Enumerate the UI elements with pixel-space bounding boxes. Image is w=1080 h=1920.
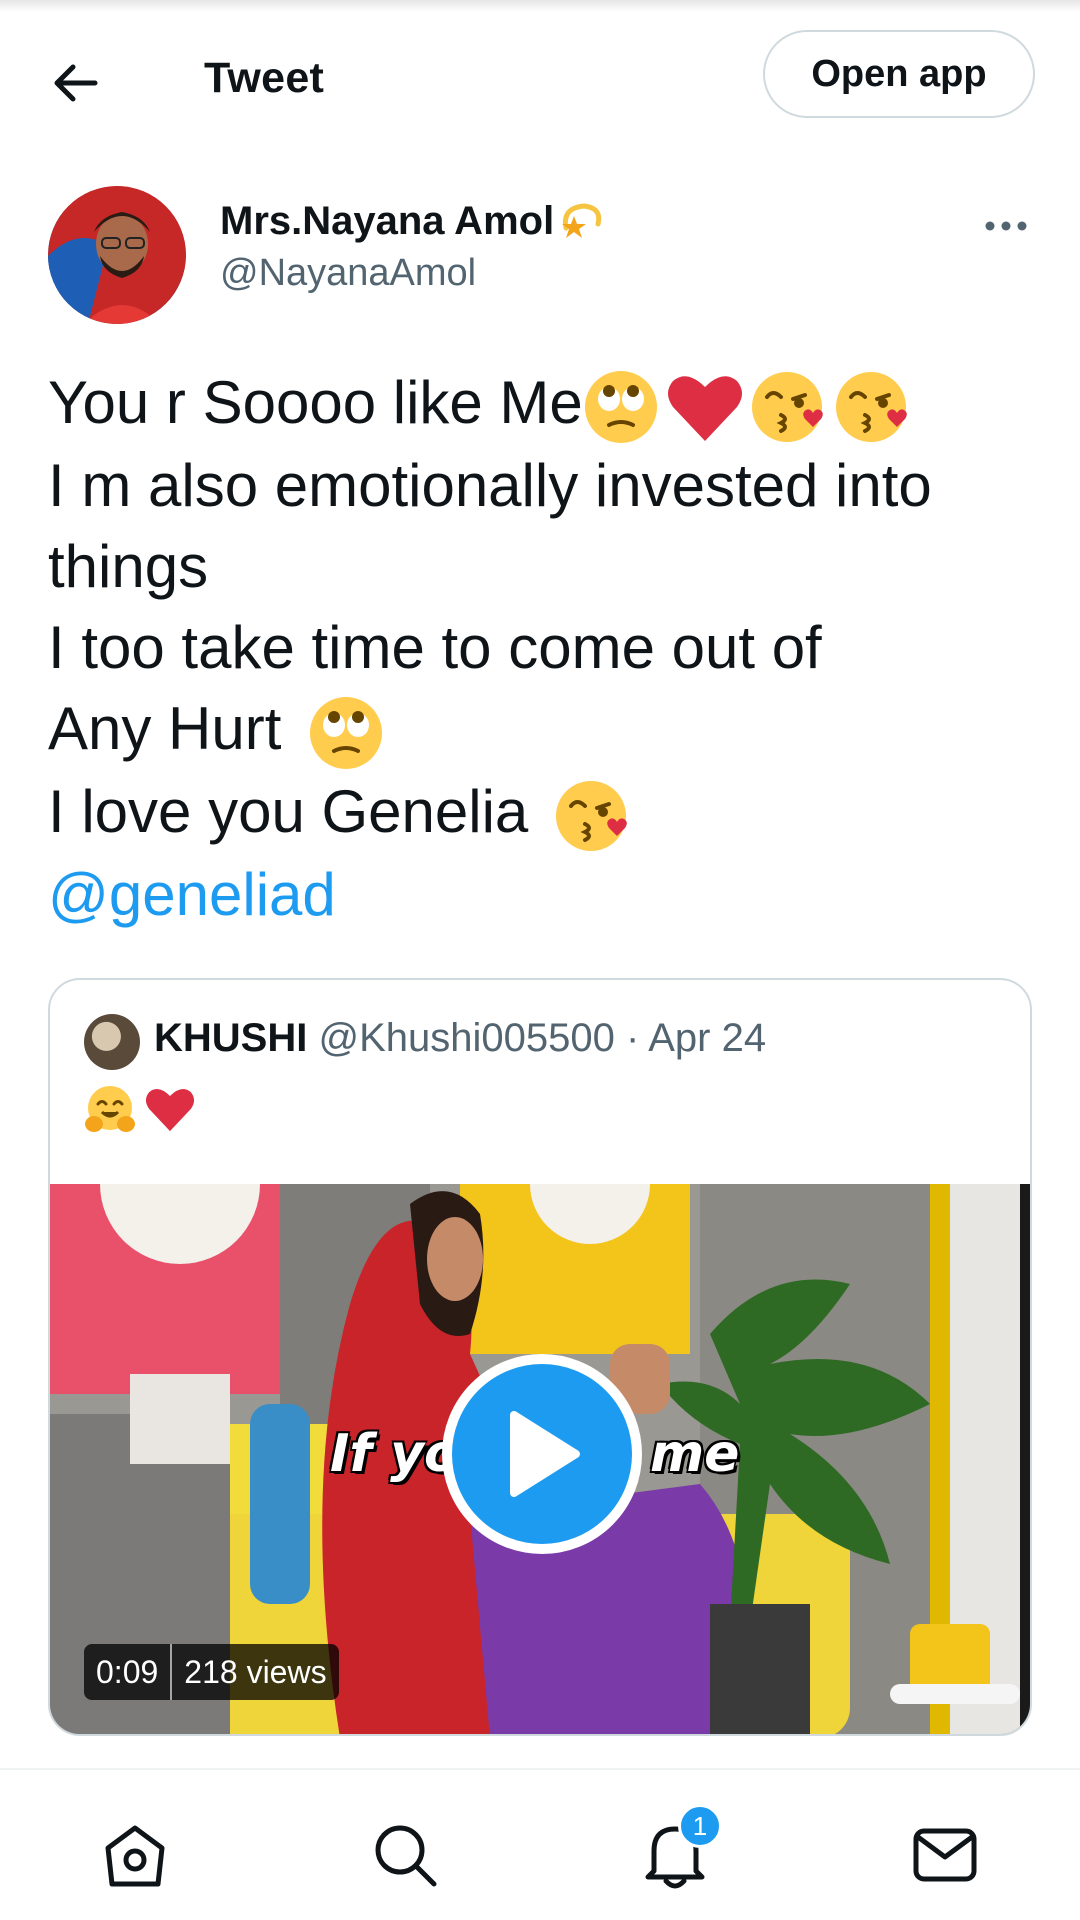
face-with-rolling-eyes-emoji <box>584 371 657 444</box>
hugging-face-emoji <box>85 1086 135 1132</box>
status-shadow <box>0 0 1080 12</box>
messages-icon <box>913 1828 977 1882</box>
red-heart-emoji <box>145 1088 195 1132</box>
kissing-face-emoji <box>835 372 907 443</box>
nav-messages[interactable] <box>900 1810 990 1900</box>
play-icon <box>510 1411 580 1497</box>
quoted-avatar[interactable] <box>84 1014 140 1070</box>
nav-notifications[interactable]: 1 <box>630 1804 722 1900</box>
video-info-badge: 0:09 218 views <box>84 1644 339 1700</box>
page-title: Tweet <box>204 54 325 102</box>
tweet-text: You r Soooo like Me I m also emotionally… <box>48 362 1048 935</box>
video-caption-right: me <box>650 1424 740 1484</box>
video-player[interactable]: If yo me 0:09 218 views <box>50 1184 1030 1734</box>
face-with-rolling-eyes-emoji <box>310 697 383 770</box>
tweet-line-text: You r Soooo like Me <box>48 369 583 436</box>
nav-home[interactable] <box>90 1810 180 1900</box>
home-icon <box>105 1825 165 1887</box>
quoted-tweet-text <box>84 1084 196 1136</box>
back-button[interactable] <box>42 50 108 116</box>
tweet-line: I too take time to come out of <box>48 614 822 682</box>
arrow-left-icon <box>54 64 98 102</box>
red-heart-emoji <box>667 376 742 442</box>
tweet-line-text: I love you Genelia <box>48 778 529 846</box>
quoted-date: Apr 24 <box>648 1016 767 1060</box>
search-icon <box>375 1825 437 1887</box>
author-handle: @NayanaAmol <box>220 252 477 294</box>
open-app-button[interactable]: Open app <box>763 30 1035 118</box>
tweet-author: Mrs.Nayana Amol @NayanaAmol <box>0 186 1080 326</box>
notification-count-badge: 1 <box>678 1804 722 1848</box>
quoted-author-name: KHUSHI <box>154 1016 308 1060</box>
more-horizontal-icon <box>985 221 1027 231</box>
tweet-line: I m also emotionally invested into <box>48 452 932 520</box>
tweet-line: Any Hurt <box>48 688 1048 771</box>
video-duration: 0:09 <box>96 1653 159 1690</box>
avatar[interactable] <box>48 186 186 324</box>
quoted-author-handle: @Khushi005500 <box>318 1016 615 1060</box>
video-caption-left: If yo <box>330 1424 460 1484</box>
play-button[interactable] <box>442 1354 642 1554</box>
more-options-button[interactable] <box>980 206 1032 246</box>
kissing-face-emoji <box>751 372 823 443</box>
mention-link[interactable]: @geneliad <box>48 854 1048 935</box>
app-header: Tweet Open app <box>0 12 1080 137</box>
avatar-image <box>48 186 186 324</box>
bottom-navigation: 1 <box>0 1768 1080 1920</box>
video-views: 218 views <box>184 1653 327 1690</box>
kissing-face-emoji <box>555 781 627 852</box>
nav-search[interactable] <box>360 1810 450 1900</box>
tweet-line: I love you Genelia <box>48 771 1048 854</box>
tweet-line-text: Any Hurt <box>48 695 282 763</box>
tweet-line: You r Soooo like Me <box>48 362 1048 445</box>
meta-separator: · <box>625 1016 640 1060</box>
quoted-tweet-card[interactable]: KHUSHI @Khushi005500 · Apr 24 If yo me 0… <box>48 978 1032 1736</box>
dizzy-star-emoji <box>562 203 602 238</box>
author-name-text: Mrs.Nayana Amol <box>220 198 555 243</box>
quoted-tweet-header: KHUSHI @Khushi005500 · Apr 24 <box>154 1016 766 1061</box>
author-name[interactable]: Mrs.Nayana Amol <box>220 198 604 244</box>
tweet-line: things <box>48 533 209 601</box>
